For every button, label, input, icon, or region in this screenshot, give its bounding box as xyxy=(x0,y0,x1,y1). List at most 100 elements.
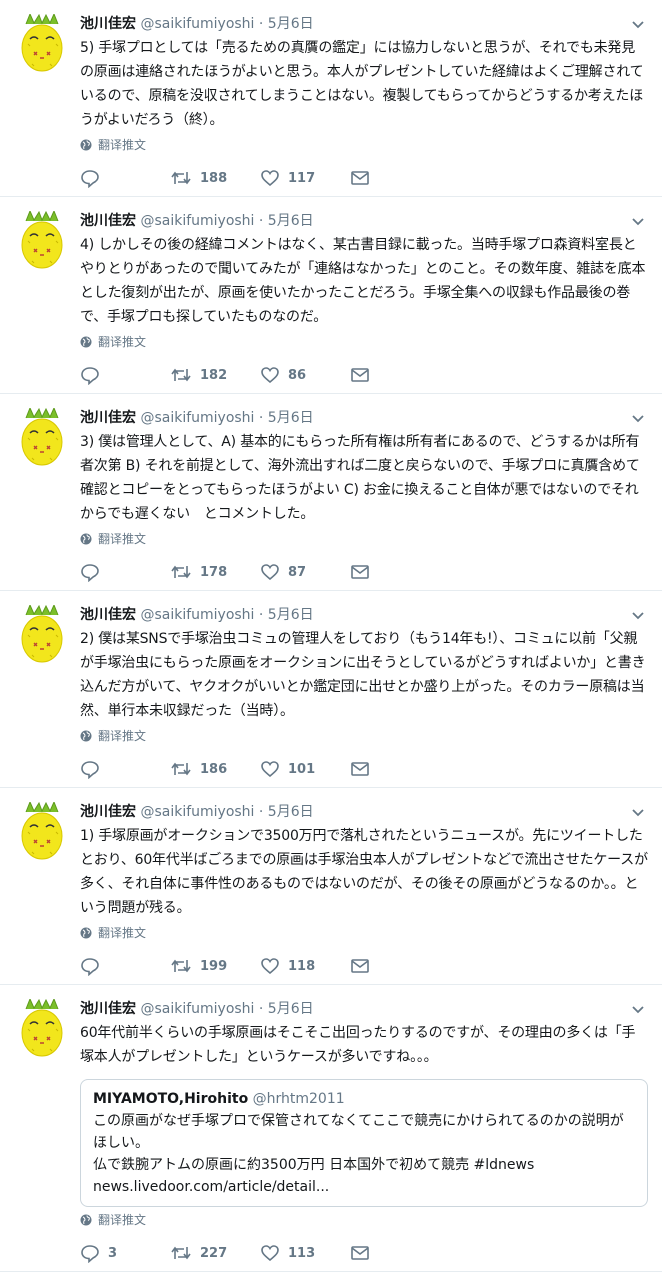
translate-label[interactable]: 翻译推文 xyxy=(98,1211,146,1229)
retweet-button[interactable]: 178 xyxy=(170,562,260,582)
retweet-count: 182 xyxy=(200,367,228,383)
user-handle[interactable]: @saikifumiyoshi xyxy=(140,16,254,32)
tweet-date[interactable]: · 5月6日 xyxy=(259,804,314,820)
translate-label[interactable]: 翻译推文 xyxy=(98,530,146,548)
user-name[interactable]: 池川佳宏 xyxy=(80,16,136,32)
reply-count: 3 xyxy=(108,1245,118,1261)
tweet-text: 4) しかしその後の経緯コメントはなく、某古書目録に載った。当時手塚プロ森資料室… xyxy=(80,237,646,325)
user-handle[interactable]: @saikifumiyoshi xyxy=(140,804,254,820)
reply-button[interactable] xyxy=(80,365,170,385)
chevron-down-icon[interactable] xyxy=(630,802,646,822)
tweet[interactable]: 池川佳宏 @saikifumiyoshi · 5月6日 1) 手塚原画がオークシ… xyxy=(0,788,662,985)
retweet-icon xyxy=(171,368,191,382)
message-icon xyxy=(351,959,369,973)
user-name[interactable]: 池川佳宏 xyxy=(80,1001,136,1017)
translate-link[interactable]: 翻译推文 xyxy=(80,1211,648,1229)
quoted-text: この原画がなぜ手塚プロで保管されてなくてここで競売にかけられてるのかの説明がほし… xyxy=(93,1113,624,1195)
tweet-date[interactable]: · 5月6日 xyxy=(259,213,314,229)
quoted-user-name: MIYAMOTO,Hirohito xyxy=(93,1091,249,1107)
chevron-down-icon[interactable] xyxy=(630,999,646,1019)
user-name[interactable]: 池川佳宏 xyxy=(80,804,136,820)
translate-link[interactable]: 翻译推文 xyxy=(80,136,648,154)
tweet-header: 池川佳宏 @saikifumiyoshi · 5月6日 xyxy=(80,211,648,231)
retweet-count: 227 xyxy=(200,1245,228,1261)
direct-message-button[interactable] xyxy=(350,759,370,779)
translate-label[interactable]: 翻译推文 xyxy=(98,136,146,154)
translate-label[interactable]: 翻译推文 xyxy=(98,727,146,745)
user-name[interactable]: 池川佳宏 xyxy=(80,607,136,623)
tweet-text: 2) 僕は某SNSで手塚治虫コミュの管理人をしており（もう14年も!）、コミュに… xyxy=(80,631,646,719)
tweet[interactable]: 池川佳宏 @saikifumiyoshi · 5月6日 5) 手塚プロとしては「… xyxy=(0,0,662,197)
like-count: 117 xyxy=(288,170,316,186)
tweet-date[interactable]: · 5月6日 xyxy=(259,16,314,32)
like-button[interactable]: 86 xyxy=(260,365,350,385)
tweet[interactable]: 池川佳宏 @saikifumiyoshi · 5月6日 2) 僕は某SNSで手塚… xyxy=(0,591,662,788)
reply-icon xyxy=(81,761,99,779)
message-icon xyxy=(351,762,369,776)
like-button[interactable]: 113 xyxy=(260,1243,350,1263)
like-icon xyxy=(261,958,279,975)
direct-message-button[interactable] xyxy=(350,956,370,976)
pineapple-avatar-icon[interactable] xyxy=(20,14,64,72)
tweet-header: 池川佳宏 @saikifumiyoshi · 5月6日 xyxy=(80,14,648,34)
retweet-button[interactable]: 227 xyxy=(170,1243,260,1263)
like-button[interactable]: 117 xyxy=(260,168,350,188)
tweet[interactable]: 池川佳宏 @saikifumiyoshi · 5月6日 4) しかしその後の経緯… xyxy=(0,197,662,394)
user-name[interactable]: 池川佳宏 xyxy=(80,410,136,426)
like-button[interactable]: 118 xyxy=(260,956,350,976)
translate-link[interactable]: 翻译推文 xyxy=(80,727,648,745)
pineapple-avatar-icon[interactable] xyxy=(20,408,64,466)
chevron-down-icon[interactable] xyxy=(630,605,646,625)
retweet-icon xyxy=(171,762,191,776)
tweet-date[interactable]: · 5月6日 xyxy=(259,1001,314,1017)
translate-link[interactable]: 翻译推文 xyxy=(80,530,648,548)
user-handle[interactable]: @saikifumiyoshi xyxy=(140,1001,254,1017)
translate-label[interactable]: 翻译推文 xyxy=(98,333,146,351)
tweet[interactable]: 池川佳宏 @saikifumiyoshi · 5月6日 3) 僕は管理人として、… xyxy=(0,394,662,591)
retweet-icon xyxy=(171,565,191,579)
chevron-down-icon[interactable] xyxy=(630,14,646,34)
quoted-tweet[interactable]: MIYAMOTO,Hirohito @hrhtm2011 この原画がなぜ手塚プロ… xyxy=(80,1079,648,1207)
translate-link[interactable]: 翻译推文 xyxy=(80,333,648,351)
pineapple-avatar-icon[interactable] xyxy=(20,802,64,860)
reply-icon xyxy=(81,564,99,582)
retweet-button[interactable]: 188 xyxy=(170,168,260,188)
tweet-actions: 178 87 xyxy=(80,554,648,590)
reply-button[interactable] xyxy=(80,956,170,976)
retweet-button[interactable]: 199 xyxy=(170,956,260,976)
pineapple-avatar-icon[interactable] xyxy=(20,605,64,663)
like-icon xyxy=(261,367,279,384)
reply-icon xyxy=(81,170,99,188)
tweet-header: 池川佳宏 @saikifumiyoshi · 5月6日 xyxy=(80,408,648,428)
like-count: 113 xyxy=(288,1245,316,1261)
pineapple-avatar-icon[interactable] xyxy=(20,211,64,269)
direct-message-button[interactable] xyxy=(350,365,370,385)
pineapple-avatar-icon[interactable] xyxy=(20,999,64,1057)
reply-button[interactable] xyxy=(80,168,170,188)
user-handle[interactable]: @saikifumiyoshi xyxy=(140,410,254,426)
user-handle[interactable]: @saikifumiyoshi xyxy=(140,213,254,229)
reply-icon xyxy=(81,367,99,385)
like-button[interactable]: 101 xyxy=(260,759,350,779)
reply-button[interactable]: 3 xyxy=(80,1243,170,1263)
tweet[interactable]: 池川佳宏 @saikifumiyoshi · 5月6日 60年代前半くらいの手塚… xyxy=(0,985,662,1272)
tweet-actions: 3 227 113 xyxy=(80,1235,648,1271)
direct-message-button[interactable] xyxy=(350,168,370,188)
like-icon xyxy=(261,761,279,778)
tweet-date[interactable]: · 5月6日 xyxy=(259,410,314,426)
tweet-date[interactable]: · 5月6日 xyxy=(259,607,314,623)
direct-message-button[interactable] xyxy=(350,1243,370,1263)
retweet-button[interactable]: 182 xyxy=(170,365,260,385)
chevron-down-icon[interactable] xyxy=(630,211,646,231)
tweet-actions: 188 117 xyxy=(80,160,648,196)
direct-message-button[interactable] xyxy=(350,562,370,582)
chevron-down-icon[interactable] xyxy=(630,408,646,428)
translate-label[interactable]: 翻译推文 xyxy=(98,924,146,942)
retweet-button[interactable]: 186 xyxy=(170,759,260,779)
user-name[interactable]: 池川佳宏 xyxy=(80,213,136,229)
like-button[interactable]: 87 xyxy=(260,562,350,582)
user-handle[interactable]: @saikifumiyoshi xyxy=(140,607,254,623)
reply-button[interactable] xyxy=(80,759,170,779)
reply-button[interactable] xyxy=(80,562,170,582)
translate-link[interactable]: 翻译推文 xyxy=(80,924,648,942)
